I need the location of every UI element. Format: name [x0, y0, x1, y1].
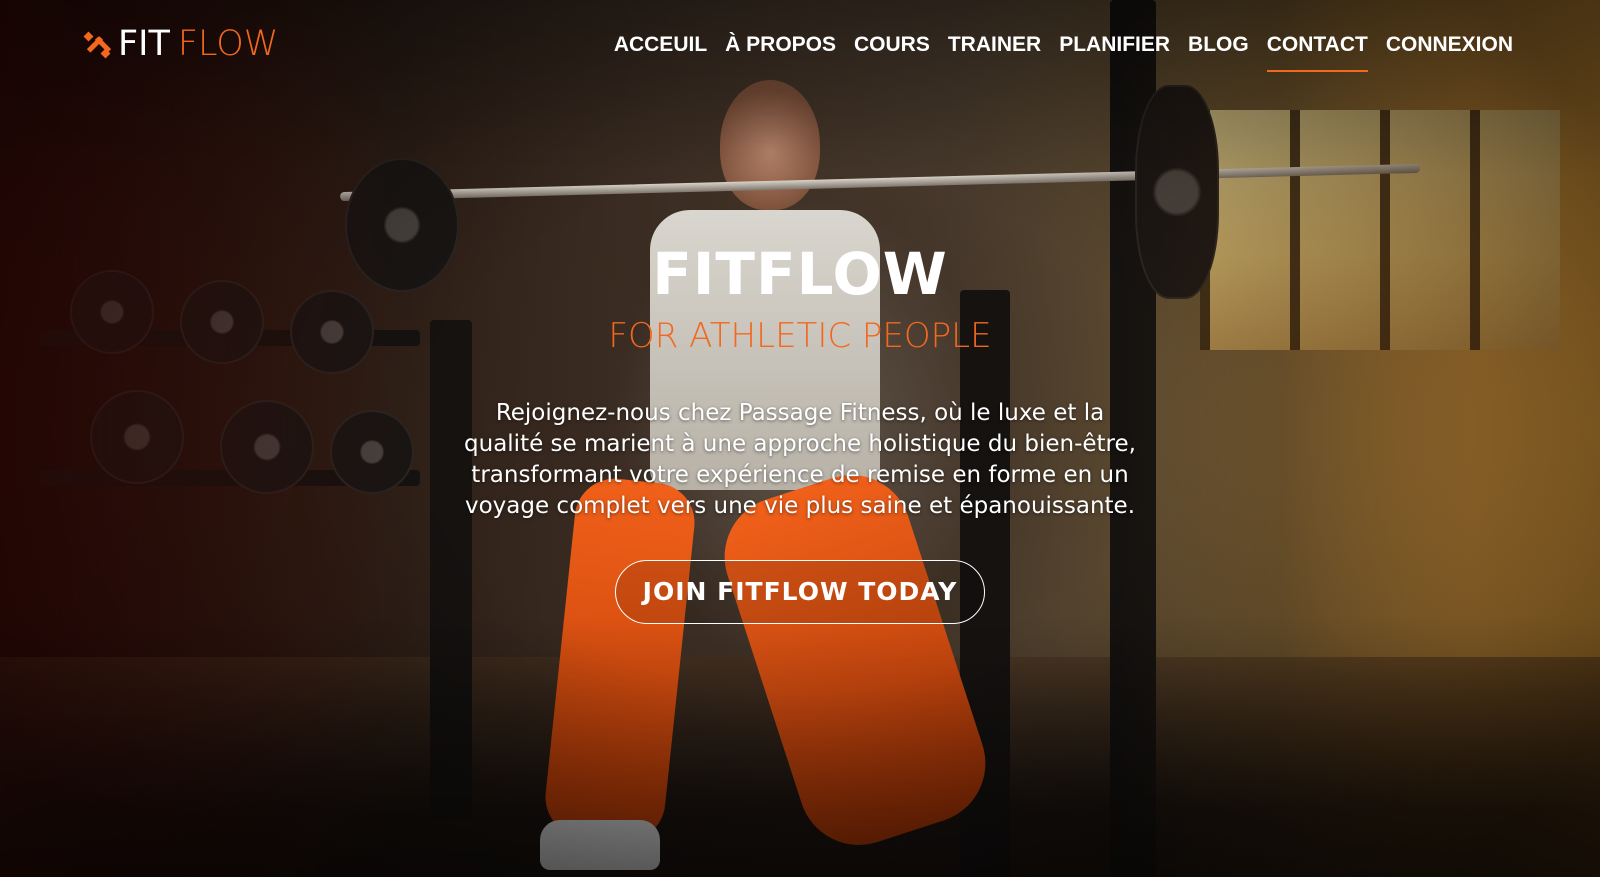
nav-item-trainer[interactable]: TRAINER [939, 30, 1050, 60]
logo-text-fit: FIT [118, 24, 170, 64]
hero-content: FITFLOW FOR ATHLETIC PEOPLE Rejoignez-no… [0, 238, 1600, 624]
main-nav: ACCEUIL À PROPOS COURS TRAINER PLANIFIER… [605, 30, 1522, 72]
nav-item-cours[interactable]: COURS [845, 30, 939, 60]
nav-item-connexion[interactable]: CONNEXION [1377, 30, 1522, 60]
dumbbell-icon [83, 31, 112, 59]
nav-item-blog[interactable]: BLOG [1179, 30, 1258, 60]
nav-item-acceuil[interactable]: ACCEUIL [605, 30, 716, 60]
nav-item-planifier[interactable]: PLANIFIER [1050, 30, 1179, 60]
nav-item-a-propos[interactable]: À PROPOS [716, 30, 845, 60]
logo-text-flow: FLOW [177, 24, 279, 64]
join-button[interactable]: JOIN FITFLOW TODAY [615, 560, 985, 624]
hero-subtitle: FOR ATHLETIC PEOPLE [608, 316, 992, 356]
logo-link[interactable]: FIT FLOW [82, 24, 278, 64]
site-header: FIT FLOW ACCEUIL À PROPOS COURS TRAINER … [0, 0, 1600, 90]
hero-section: FIT FLOW ACCEUIL À PROPOS COURS TRAINER … [0, 0, 1600, 877]
hero-title: FITFLOW [652, 240, 948, 308]
hero-description: Rejoignez-nous chez Passage Fitness, où … [464, 400, 1136, 519]
nav-item-contact[interactable]: CONTACT [1258, 30, 1377, 72]
